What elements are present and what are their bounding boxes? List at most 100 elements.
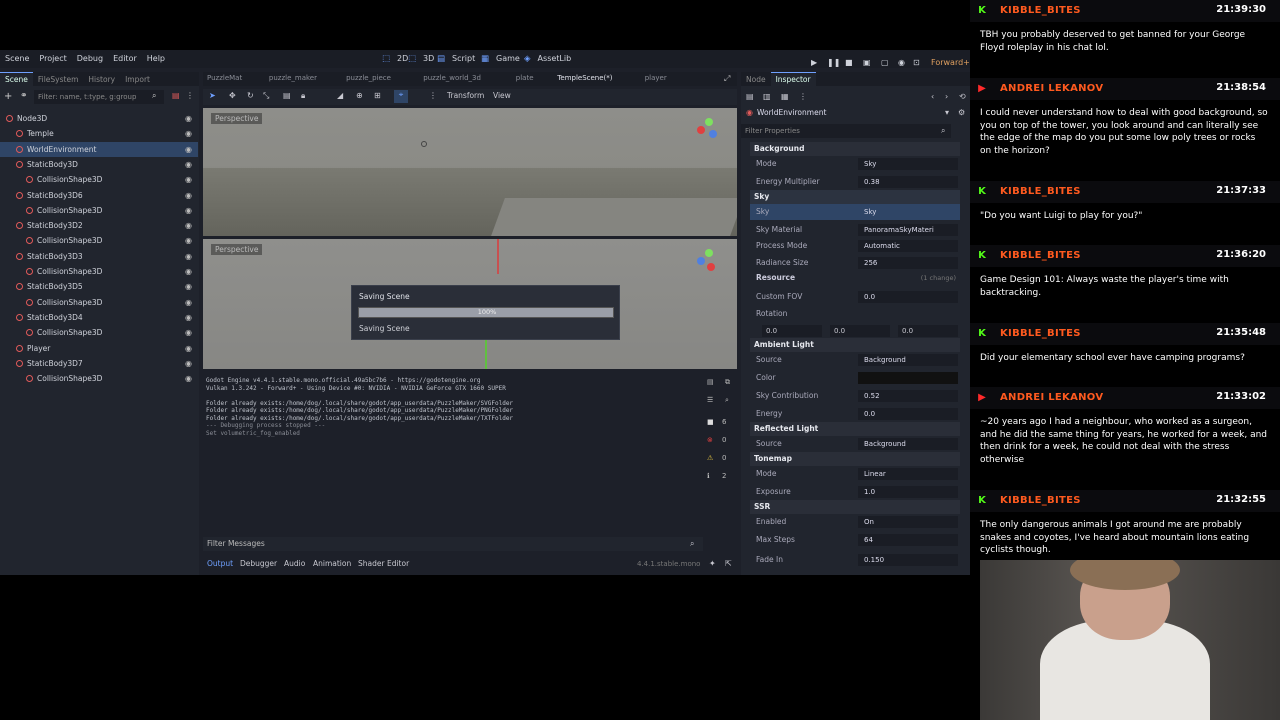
- visibility-eye-icon[interactable]: ◉: [185, 142, 192, 157]
- visibility-eye-icon[interactable]: ◉: [185, 295, 192, 310]
- history-back-icon[interactable]: ‹: [931, 92, 934, 101]
- axis-gizmo-2[interactable]: [697, 249, 719, 271]
- visibility-eye-icon[interactable]: ◉: [185, 172, 192, 187]
- sky-contribution-slider[interactable]: 0.52: [858, 390, 958, 402]
- visibility-eye-icon[interactable]: ◉: [185, 264, 192, 279]
- scene-tab[interactable]: puzzle_piece: [346, 74, 391, 82]
- resource-label[interactable]: Resource: [756, 270, 795, 286]
- visibility-eye-icon[interactable]: ◉: [185, 310, 192, 325]
- play-custom-icon[interactable]: ▢: [876, 54, 894, 72]
- tree-item[interactable]: CollisionShape3D ◉: [0, 233, 198, 248]
- snap-icon[interactable]: ⊞: [374, 91, 381, 100]
- section-sky[interactable]: Sky: [750, 190, 960, 204]
- scene-tab[interactable]: TempleScene(*): [557, 74, 612, 82]
- tree-item[interactable]: StaticBody3D6 ◉: [0, 188, 198, 203]
- menu-editor[interactable]: Editor: [108, 50, 142, 68]
- visibility-eye-icon[interactable]: ◉: [185, 371, 192, 386]
- tree-item[interactable]: CollisionShape3D ◉: [0, 264, 198, 279]
- history-icon[interactable]: ⟲: [959, 92, 966, 101]
- visibility-eye-icon[interactable]: ◉: [185, 188, 192, 203]
- select-tool-icon[interactable]: ➤: [209, 91, 216, 100]
- history-forward-icon[interactable]: ›: [945, 92, 948, 101]
- tree-item[interactable]: CollisionShape3D ◉: [0, 371, 198, 386]
- menu-scene[interactable]: Scene: [0, 50, 34, 68]
- workspace-assetlib[interactable]: ◈ AssetLib: [524, 50, 576, 68]
- editor-filter-icon[interactable]: ℹ: [707, 472, 710, 480]
- view-menu[interactable]: View: [493, 91, 511, 100]
- tree-item[interactable]: CollisionShape3D ◉: [0, 203, 198, 218]
- custom-fov-field[interactable]: 0.0: [858, 291, 958, 303]
- energy-field[interactable]: 0.38: [858, 176, 958, 188]
- output-search-toggle-icon[interactable]: ⌕: [725, 396, 729, 405]
- visibility-eye-icon[interactable]: ◉: [185, 218, 192, 233]
- workspace-script[interactable]: ▤ Script: [437, 50, 480, 68]
- ambient-color-swatch[interactable]: [858, 372, 958, 384]
- sky-resource[interactable]: Sky: [858, 206, 958, 218]
- viewport-perspective-label[interactable]: Perspective: [211, 113, 263, 124]
- light-gizmo-icon[interactable]: [421, 141, 427, 147]
- rotation-z-field[interactable]: 0.0: [898, 325, 958, 337]
- section-tonemap[interactable]: Tonemap: [750, 452, 960, 466]
- pin-icon[interactable]: ✦: [709, 557, 716, 571]
- tree-item[interactable]: CollisionShape3D ◉: [0, 325, 198, 340]
- tree-item[interactable]: StaticBody3D ◉: [0, 157, 198, 172]
- visibility-eye-icon[interactable]: ◉: [185, 279, 192, 294]
- tab-history[interactable]: History: [83, 73, 120, 87]
- menu-debug[interactable]: Debug: [72, 50, 108, 68]
- clear-output-icon[interactable]: ▤: [707, 378, 714, 386]
- tab-inspector[interactable]: Inspector: [770, 72, 816, 87]
- scale-tool-icon[interactable]: ⤡: [263, 91, 269, 101]
- tree-item[interactable]: StaticBody3D7 ◉: [0, 356, 198, 371]
- viewport-perspective-label-2[interactable]: Perspective: [211, 244, 263, 255]
- ruler-icon[interactable]: ◢: [337, 91, 343, 100]
- tree-item[interactable]: StaticBody3D5 ◉: [0, 279, 198, 294]
- ambient-energy-field[interactable]: 0.0: [858, 408, 958, 420]
- tab-output[interactable]: Output: [207, 557, 233, 571]
- play-scene-icon[interactable]: ▣: [858, 54, 876, 72]
- transform-menu[interactable]: Transform: [447, 91, 484, 100]
- tree-item[interactable]: Node3D ◉: [0, 111, 198, 126]
- tab-scene[interactable]: Scene: [0, 72, 33, 87]
- load-resource-icon[interactable]: ▥: [763, 92, 771, 101]
- visibility-eye-icon[interactable]: ◉: [185, 356, 192, 371]
- scene-tab[interactable]: plate: [516, 74, 534, 82]
- script-attach-icon[interactable]: ▤: [172, 91, 180, 100]
- ssr-enabled-checkbox[interactable]: On: [858, 516, 958, 528]
- workspace-3d[interactable]: ⬚ 3D: [408, 50, 439, 68]
- section-reflected-light[interactable]: Reflected Light: [750, 422, 960, 436]
- tab-filesystem[interactable]: FileSystem: [33, 73, 84, 87]
- tree-item[interactable]: WorldEnvironment ◉: [0, 141, 198, 157]
- tab-shader-editor[interactable]: Shader Editor: [358, 557, 409, 571]
- tree-item[interactable]: CollisionShape3D ◉: [0, 172, 198, 187]
- save-resource-icon[interactable]: ▦: [781, 92, 789, 101]
- viewport-top[interactable]: Perspective: [203, 108, 737, 236]
- error-filter-icon[interactable]: ⊗: [707, 436, 713, 444]
- output-filter-input[interactable]: Filter Messages: [203, 537, 703, 551]
- object-menu-icon[interactable]: ▾: [945, 108, 949, 117]
- workspace-game[interactable]: ▦ Game: [481, 50, 525, 68]
- renderer-label[interactable]: Forward+: [926, 54, 970, 72]
- sky-material-resource[interactable]: PanoramaSkyMateri: [858, 224, 958, 236]
- max-steps-field[interactable]: 64: [858, 534, 958, 546]
- tonemap-mode-select[interactable]: Linear: [858, 468, 958, 480]
- visibility-eye-icon[interactable]: ◉: [185, 111, 192, 126]
- tree-item[interactable]: Player ◉: [0, 341, 198, 356]
- scene-tab[interactable]: player: [645, 74, 667, 82]
- bg-mode-select[interactable]: Sky: [858, 158, 958, 170]
- scene-filter-input[interactable]: Filter: name, t:type, g:group: [34, 90, 164, 104]
- scene-tab[interactable]: puzzle_maker: [269, 74, 317, 82]
- section-ambient-light[interactable]: Ambient Light: [750, 338, 960, 352]
- tab-audio[interactable]: Audio: [284, 557, 305, 571]
- copy-output-icon[interactable]: ⧉: [725, 378, 730, 387]
- property-filter-input[interactable]: Filter Properties: [741, 124, 951, 138]
- visibility-eye-icon[interactable]: ◉: [185, 126, 192, 141]
- scene-tab[interactable]: PuzzleMat: [207, 74, 242, 82]
- rotation-y-field[interactable]: 0.0: [830, 325, 890, 337]
- object-settings-icon[interactable]: ⚙: [958, 108, 965, 117]
- remote-icon[interactable]: ⊡: [908, 54, 925, 72]
- visibility-eye-icon[interactable]: ◉: [185, 325, 192, 340]
- play-icon[interactable]: ▶: [806, 54, 822, 72]
- tab-import[interactable]: Import: [120, 73, 155, 87]
- kebab-icon[interactable]: ⋮: [429, 91, 437, 100]
- rotation-x-field[interactable]: 0.0: [762, 325, 822, 337]
